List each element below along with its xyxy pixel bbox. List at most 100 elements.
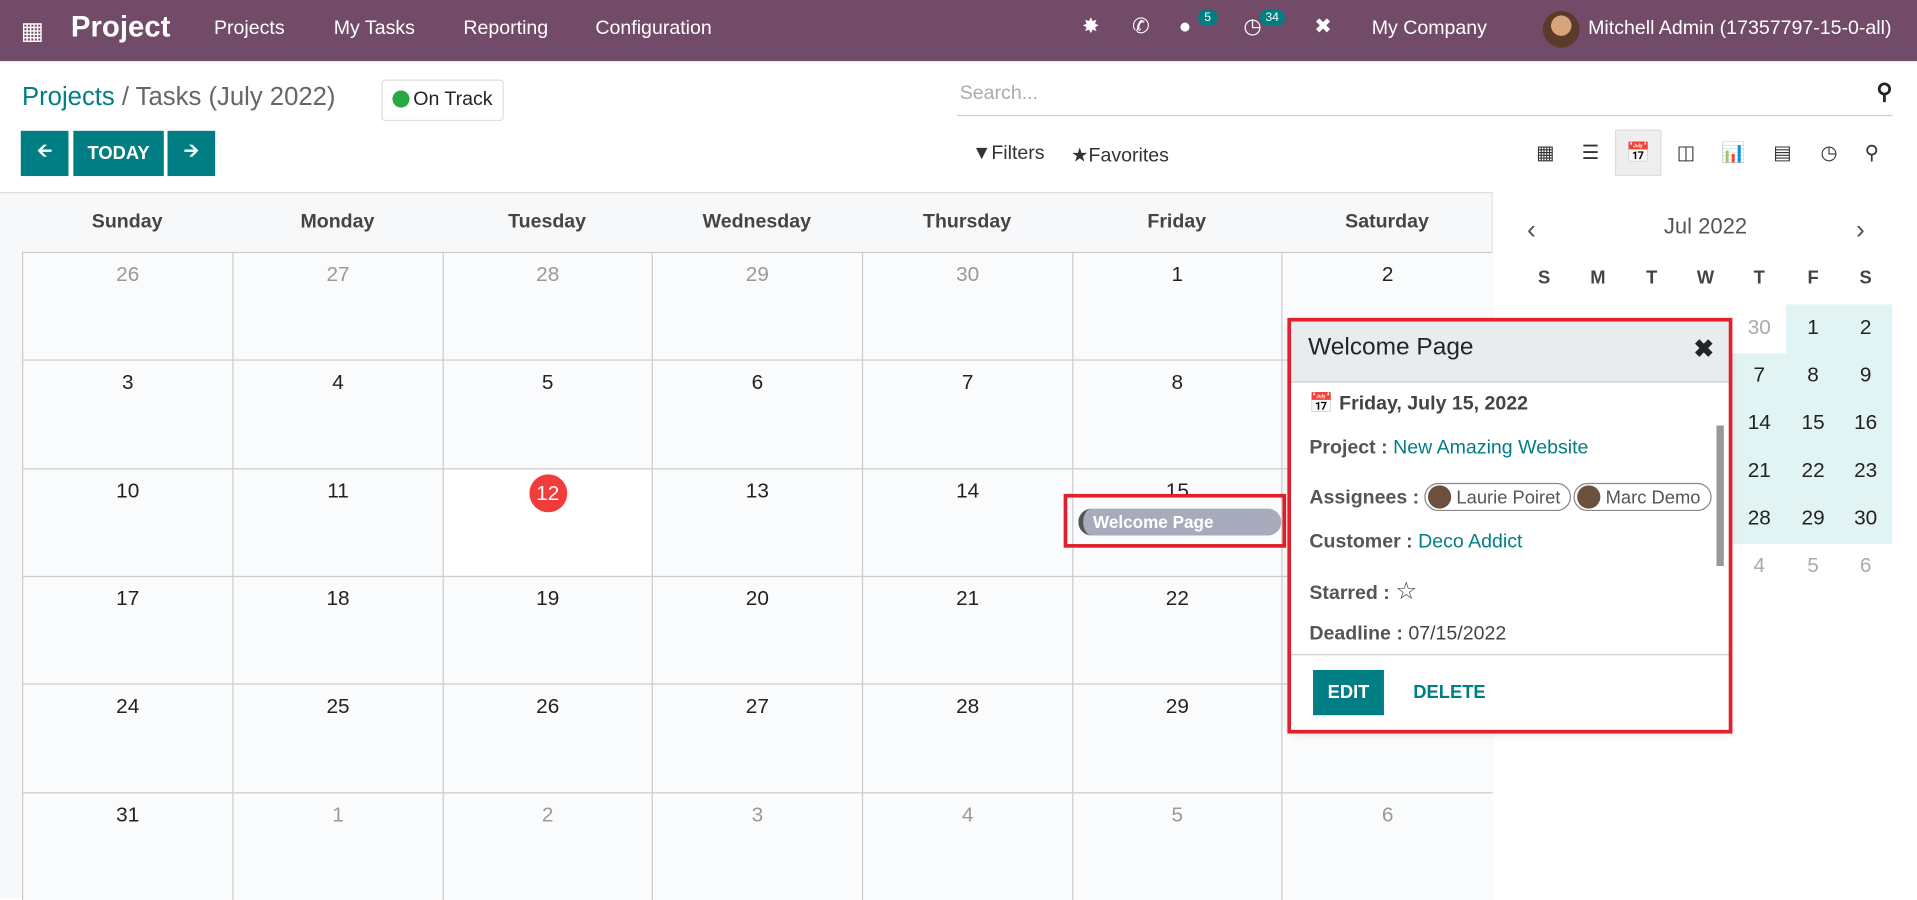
filters-button[interactable]: ▼Filters [972,143,1045,165]
calendar-day-cell[interactable]: 27 [232,251,443,361]
star-icon: ★ [1070,145,1089,167]
weekday-header: Thursday [923,211,1012,233]
chat-icon[interactable]: ● [1179,15,1192,39]
tools-icon[interactable]: ✖ [1314,15,1331,39]
mini-day[interactable]: 7 [1732,363,1786,387]
calendar-day-cell[interactable]: 13 [651,467,862,577]
calendar-day-cell[interactable]: 28 [442,251,652,361]
mini-day[interactable]: 23 [1839,458,1893,482]
menu-my-tasks[interactable]: My Tasks [334,18,415,40]
mini-day[interactable]: 4 [1732,554,1786,578]
day-number: 4 [332,370,344,395]
mini-day[interactable]: 28 [1732,506,1786,530]
calendar-day-cell[interactable]: 26 [22,251,233,361]
menu-configuration[interactable]: Configuration [595,18,711,40]
mini-day[interactable]: 2 [1839,315,1893,339]
mini-day[interactable]: 15 [1786,411,1840,435]
calendar-day-cell[interactable]: 2 [442,791,652,900]
previous-button[interactable]: 🡨 [20,130,69,177]
breadcrumb-projects[interactable]: Projects [22,83,115,111]
menu-reporting[interactable]: Reporting [463,18,548,40]
mini-day[interactable]: 9 [1839,363,1893,387]
calendar-day-cell[interactable]: 27 [651,683,862,793]
mini-day[interactable]: 22 [1786,458,1840,482]
calendar-day-cell[interactable]: 30 [861,251,1073,361]
activities-badge: 34 [1259,9,1286,26]
app-title: Project [70,11,171,45]
calendar-day-cell[interactable]: 3 [22,359,233,469]
calendar-day-cell[interactable]: 29 [1072,683,1282,793]
calendar-day-cell[interactable]: 5 [1072,791,1282,900]
mini-day[interactable]: 30 [1732,315,1786,339]
mini-day[interactable]: 6 [1839,554,1893,578]
calendar-day-cell[interactable]: 31 [22,791,233,900]
bug-icon[interactable]: ✸ [1082,15,1099,39]
weekday-header: Monday [300,211,375,233]
map-view-button[interactable]: ⚲ [1849,130,1895,176]
calendar-day-cell[interactable]: 19 [442,575,652,685]
calendar-day-cell[interactable]: 1 [232,791,443,900]
mini-day[interactable]: 16 [1839,411,1893,435]
user-menu[interactable]: Mitchell Admin (17357797-15-0-all) [1588,18,1891,40]
favorites-button[interactable]: ★Favorites [1071,143,1169,167]
apps-grid-icon[interactable]: ▦ [21,16,44,47]
calendar-day-cell[interactable]: 4 [232,359,443,469]
search-placeholder: Search... [959,83,1039,104]
mini-day[interactable]: 21 [1732,458,1786,482]
calendar-day-cell[interactable]: 8 [1072,359,1282,469]
mini-day[interactable]: 1 [1786,315,1840,339]
today-button[interactable]: TODAY [73,130,164,177]
calendar-day-cell[interactable]: 6 [1281,791,1493,900]
calendar-day-cell[interactable]: 10 [22,467,233,577]
day-number: 30 [956,262,980,287]
calendar-day-cell[interactable]: 18 [232,575,443,685]
mini-weekday: F [1807,267,1819,289]
calendar-day-cell[interactable]: 12 [442,467,652,577]
menu-projects[interactable]: Projects [214,18,285,40]
calendar-day-cell[interactable]: 11 [232,467,443,577]
mini-prev-icon[interactable]: ‹ [1527,214,1536,246]
search-input[interactable]: Search... ⚲ [957,73,1893,117]
calendar-day-cell[interactable]: 17 [22,575,233,685]
user-avatar[interactable] [1542,11,1580,48]
calendar-day-cell[interactable]: 26 [442,683,652,793]
search-icon[interactable]: ⚲ [1876,79,1892,105]
kanban-view-button[interactable]: ▦ [1522,130,1568,176]
day-number: 28 [956,694,980,718]
calendar-day-cell[interactable]: 21 [861,575,1073,685]
mini-day[interactable]: 30 [1839,506,1893,530]
list-view-button[interactable]: ☰ [1567,130,1613,176]
calendar-day-cell[interactable]: 5 [442,359,652,469]
calendar-day-cell[interactable]: 20 [651,575,862,685]
next-button[interactable]: 🡪 [167,130,216,177]
gantt-view-button[interactable]: ▤ [1759,130,1805,176]
phone-icon[interactable]: ✆ [1132,15,1149,39]
calendar-day-cell[interactable]: 7 [861,359,1073,469]
calendar-day-cell[interactable]: 29 [651,251,862,361]
calendar-day-cell[interactable]: 1 [1072,251,1282,361]
activity-view-button[interactable]: ◷ [1806,130,1852,176]
graph-view-button[interactable]: 📊 [1710,130,1756,176]
calendar-day-cell[interactable]: 6 [651,359,862,469]
calendar-day-cell[interactable]: 22 [1072,575,1282,685]
calendar-day-cell[interactable]: 28 [861,683,1073,793]
weekday-header: Sunday [91,211,163,233]
calendar-day-cell[interactable]: 4 [861,791,1073,900]
mini-day[interactable]: 29 [1786,506,1840,530]
mini-day[interactable]: 8 [1786,363,1840,387]
status-button[interactable]: On Track [381,79,504,122]
day-number: 31 [116,802,140,826]
day-number: 11 [327,478,349,502]
calendar-view-button[interactable]: 📅 [1615,129,1662,177]
mini-day[interactable]: 5 [1786,554,1840,578]
calendar-day-cell[interactable]: 14 [861,467,1073,577]
calendar-day-cell[interactable]: 24 [22,683,233,793]
mini-day[interactable]: 14 [1732,411,1786,435]
company-switcher[interactable]: My Company [1372,18,1487,40]
pivot-view-button[interactable]: ◫ [1663,130,1709,176]
day-number: 6 [1381,802,1394,826]
mini-next-icon[interactable]: › [1856,214,1865,246]
weekday-header: Wednesday [702,211,811,233]
calendar-day-cell[interactable]: 25 [232,683,443,793]
calendar-day-cell[interactable]: 3 [651,791,862,900]
